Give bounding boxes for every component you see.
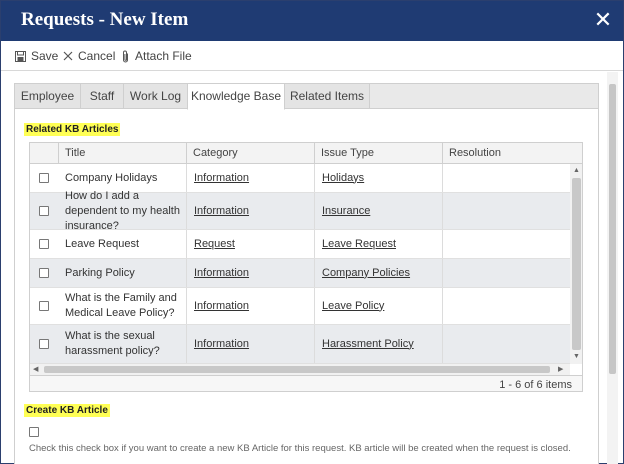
grid-footer: 1 - 6 of 6 items [30, 375, 582, 391]
table-row[interactable]: What is the Family and Medical Leave Pol… [30, 288, 570, 325]
grid-horizontal-scroll-thumb[interactable] [44, 366, 550, 373]
attach-file-label: Attach File [135, 49, 192, 63]
grid-vertical-scrollbar[interactable]: ▲ ▼ [570, 164, 582, 364]
category-link[interactable]: Request [194, 237, 235, 252]
create-kb-article-hint: Check this check box if you want to crea… [29, 443, 571, 454]
tab-strip: Employee Staff Work Log Knowledge Base R… [14, 83, 599, 110]
scroll-left-icon[interactable]: ◀ [33, 366, 38, 374]
column-header-category[interactable]: Category [186, 143, 314, 164]
knowledge-base-panel: Related KB Articles Title Category Issue… [14, 108, 599, 464]
category-link[interactable]: Information [194, 204, 249, 219]
grid-vertical-scroll-thumb[interactable] [572, 178, 581, 350]
related-kb-articles-heading: Related KB Articles [24, 123, 121, 136]
row-checkbox[interactable] [39, 301, 49, 311]
row-checkbox[interactable] [39, 339, 49, 349]
dialog-body: Employee Staff Work Log Knowledge Base R… [1, 72, 623, 464]
cell-resolution [442, 164, 570, 192]
column-header-issue-type[interactable]: Issue Type [314, 143, 442, 164]
grid-horizontal-scrollbar[interactable]: ◀ ▶ [30, 364, 570, 375]
save-button[interactable]: Save [15, 49, 58, 63]
pager-info: 1 - 6 of 6 items [499, 379, 572, 391]
issue-type-link[interactable]: Company Policies [322, 266, 410, 281]
column-header-select [30, 143, 58, 164]
category-link[interactable]: Information [194, 337, 249, 352]
new-item-dialog: Requests - New Item ✕ Save Cancel Attach… [0, 0, 624, 464]
issue-type-link[interactable]: Insurance [322, 204, 370, 219]
paperclip-icon [121, 50, 130, 63]
issue-type-link[interactable]: Leave Request [322, 237, 396, 252]
cell-resolution [442, 193, 570, 229]
dialog-titlebar: Requests - New Item ✕ [1, 1, 623, 41]
row-checkbox[interactable] [39, 173, 49, 183]
toolbar: Save Cancel Attach File [1, 41, 623, 71]
grid-header: Title Category Issue Type Resolution [30, 143, 582, 164]
scroll-right-icon[interactable]: ▶ [558, 366, 563, 374]
category-link[interactable]: Information [194, 171, 249, 186]
row-checkbox[interactable] [39, 206, 49, 216]
cell-title: How do I add a dependent to my health in… [65, 189, 180, 232]
attach-file-button[interactable]: Attach File [121, 49, 192, 63]
tab-work-log[interactable]: Work Log [123, 83, 188, 109]
floppy-disk-icon [15, 50, 26, 62]
category-link[interactable]: Information [194, 299, 249, 314]
dialog-vertical-scroll-thumb[interactable] [609, 84, 616, 374]
cell-title: What is the sexual harassment policy? [65, 330, 160, 357]
row-checkbox[interactable] [39, 268, 49, 278]
x-icon [63, 51, 73, 61]
issue-type-link[interactable]: Holidays [322, 171, 364, 186]
tab-knowledge-base[interactable]: Knowledge Base [187, 83, 285, 110]
tab-related-items[interactable]: Related Items [284, 83, 370, 109]
category-link[interactable]: Information [194, 266, 249, 281]
issue-type-link[interactable]: Leave Policy [322, 299, 384, 314]
create-kb-article-heading: Create KB Article [24, 404, 110, 417]
save-label: Save [31, 49, 59, 63]
cell-resolution [442, 259, 570, 287]
cell-title: Parking Policy [65, 266, 135, 279]
scroll-down-icon[interactable]: ▼ [573, 353, 580, 361]
table-row[interactable]: How do I add a dependent to my health in… [30, 189, 570, 232]
cell-title: Leave Request [65, 237, 139, 250]
table-row[interactable]: Leave Request Request Leave Request [30, 230, 570, 259]
cell-resolution [442, 288, 570, 324]
cell-resolution [442, 230, 570, 258]
kb-articles-grid: Title Category Issue Type Resolution Com… [29, 142, 583, 392]
tab-staff[interactable]: Staff [80, 83, 124, 109]
cell-resolution [442, 325, 570, 363]
cancel-button[interactable]: Cancel [63, 49, 115, 63]
dialog-vertical-scrollbar[interactable] [607, 72, 618, 464]
cell-title: What is the Family and Medical Leave Pol… [65, 292, 177, 319]
tab-employee[interactable]: Employee [14, 83, 81, 109]
row-checkbox[interactable] [39, 239, 49, 249]
issue-type-link[interactable]: Harassment Policy [322, 337, 414, 352]
table-row[interactable]: Parking Policy Information Company Polic… [30, 259, 570, 288]
cancel-label: Cancel [78, 49, 116, 63]
column-header-title[interactable]: Title [58, 143, 186, 164]
close-icon[interactable]: ✕ [591, 7, 615, 33]
column-header-resolution[interactable]: Resolution [442, 143, 572, 164]
table-row[interactable]: What is the sexual harassment policy? In… [30, 325, 570, 364]
create-kb-article-checkbox[interactable] [29, 427, 39, 437]
scroll-up-icon[interactable]: ▲ [573, 167, 580, 175]
dialog-title: Requests - New Item [21, 9, 189, 30]
